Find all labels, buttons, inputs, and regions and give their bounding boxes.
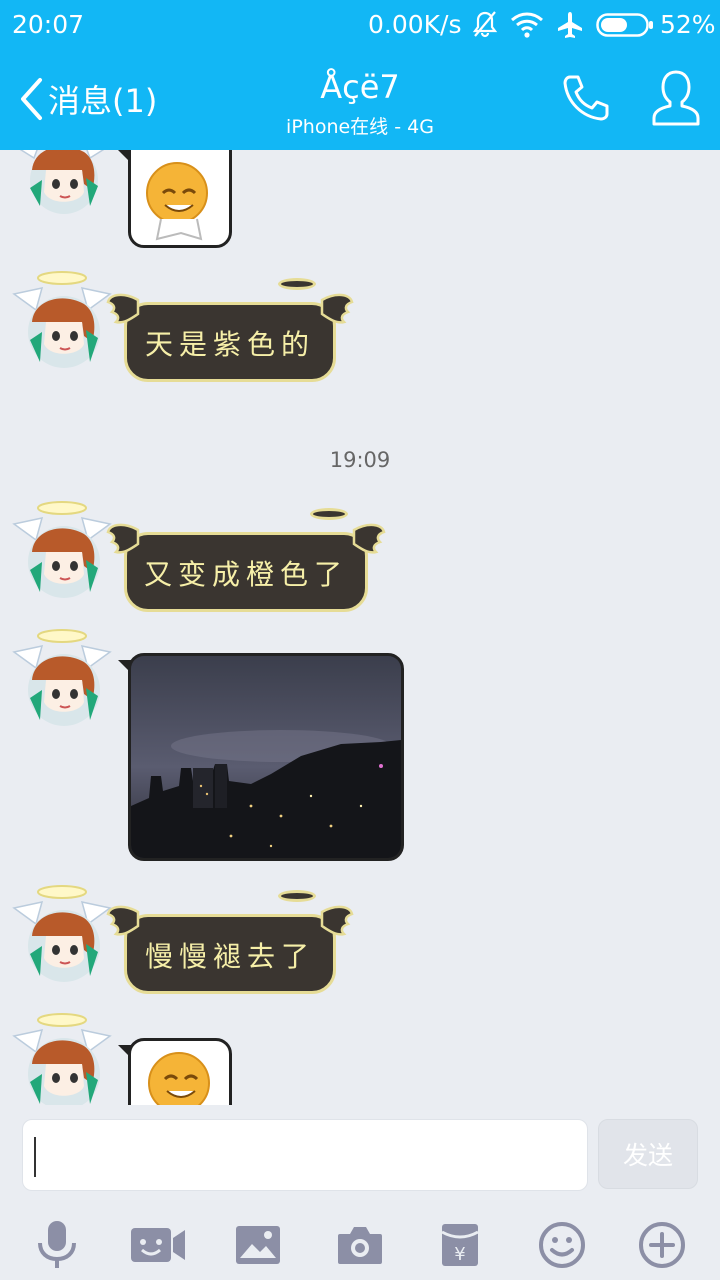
battery-percent: 52% — [660, 10, 716, 39]
halo-decoration — [278, 278, 316, 290]
voice-input-button[interactable] — [27, 1215, 87, 1275]
contact-avatar[interactable] — [12, 500, 112, 600]
emoji-button[interactable] — [532, 1215, 592, 1275]
angel-avatar-icon — [12, 885, 112, 982]
message-text: 天是紫色的 — [144, 328, 315, 361]
chat-screen: 20:07 0.00K/s 52% 消息(1) Åçë7 iPhone在线 - … — [0, 0, 720, 1280]
angel-avatar-icon — [12, 1013, 112, 1105]
contact-name: Åçë7 — [320, 68, 400, 106]
contact-avatar[interactable] — [12, 270, 112, 370]
right-wing-icon — [320, 293, 354, 324]
input-toolbar: ¥ — [0, 1205, 720, 1280]
message-body: 慢慢褪去了 — [124, 914, 336, 994]
text-message[interactable]: 天是紫色的 — [106, 278, 354, 382]
contact-profile-button[interactable] — [650, 68, 702, 132]
message-input[interactable] — [22, 1119, 588, 1191]
gallery-button[interactable] — [228, 1215, 288, 1275]
plus-icon — [639, 1222, 685, 1268]
text-message[interactable]: 又变成橙色了 — [106, 508, 386, 612]
status-bar: 20:07 0.00K/s 52% — [0, 0, 720, 50]
angel-avatar-icon — [12, 271, 112, 368]
left-wing-icon — [106, 293, 140, 324]
smiley-sticker-icon — [146, 162, 208, 241]
message-body: 天是紫色的 — [124, 302, 336, 382]
contact-avatar[interactable] — [12, 628, 112, 728]
video-call-button[interactable] — [128, 1215, 188, 1275]
mute-icon — [472, 10, 498, 44]
halo-decoration — [278, 890, 316, 902]
contact-avatar[interactable] — [12, 1012, 112, 1105]
video-call-icon — [131, 1228, 185, 1262]
right-wing-icon — [320, 905, 354, 936]
angel-avatar-icon — [12, 629, 112, 726]
wifi-icon — [510, 10, 544, 44]
compose-bar: 发送 — [0, 1105, 720, 1205]
message-body: 又变成橙色了 — [124, 532, 368, 612]
halo-decoration — [310, 508, 348, 520]
more-button[interactable] — [632, 1215, 692, 1275]
voice-call-button[interactable] — [560, 72, 612, 128]
conversation-header: 消息(1) Åçë7 iPhone在线 - 4G — [0, 50, 720, 150]
left-wing-icon — [106, 905, 140, 936]
contact-status: iPhone在线 - 4G — [286, 116, 434, 138]
camera-button[interactable] — [330, 1215, 390, 1275]
text-message[interactable]: 慢慢褪去了 — [106, 890, 354, 994]
network-speed: 0.00K/s — [368, 10, 462, 39]
night-sky-photo-icon — [131, 656, 401, 858]
message-list[interactable]: 天是紫色的 19:09 又变成橙色了 慢慢褪去了 — [0, 150, 720, 1105]
message-text: 慢慢褪去了 — [144, 940, 315, 973]
right-wing-icon — [352, 523, 386, 554]
camera-icon — [338, 1227, 382, 1264]
smiley-sticker-icon — [148, 1052, 210, 1105]
left-wing-icon — [106, 523, 140, 554]
microphone-icon — [38, 1221, 76, 1268]
sticker-message[interactable] — [128, 150, 232, 248]
phone-icon — [563, 75, 609, 121]
battery-icon — [596, 13, 654, 43]
message-timestamp: 19:09 — [329, 448, 391, 472]
person-icon — [652, 70, 700, 126]
angel-avatar-icon — [19, 150, 105, 214]
status-time: 20:07 — [12, 10, 85, 39]
svg-text:¥: ¥ — [454, 1244, 465, 1265]
contact-avatar[interactable] — [12, 150, 112, 218]
send-button[interactable]: 发送 — [598, 1119, 698, 1189]
contact-avatar[interactable] — [12, 884, 112, 984]
red-packet-icon: ¥ — [441, 1224, 479, 1266]
angel-avatar-icon — [12, 501, 112, 598]
photo-message[interactable] — [128, 653, 404, 861]
red-packet-button[interactable]: ¥ — [430, 1215, 490, 1275]
message-text: 又变成橙色了 — [143, 558, 348, 591]
text-caret — [34, 1137, 36, 1177]
airplane-mode-icon — [555, 10, 585, 46]
sticker-message[interactable] — [128, 1038, 232, 1105]
emoji-icon — [539, 1222, 585, 1268]
image-icon — [236, 1226, 280, 1264]
